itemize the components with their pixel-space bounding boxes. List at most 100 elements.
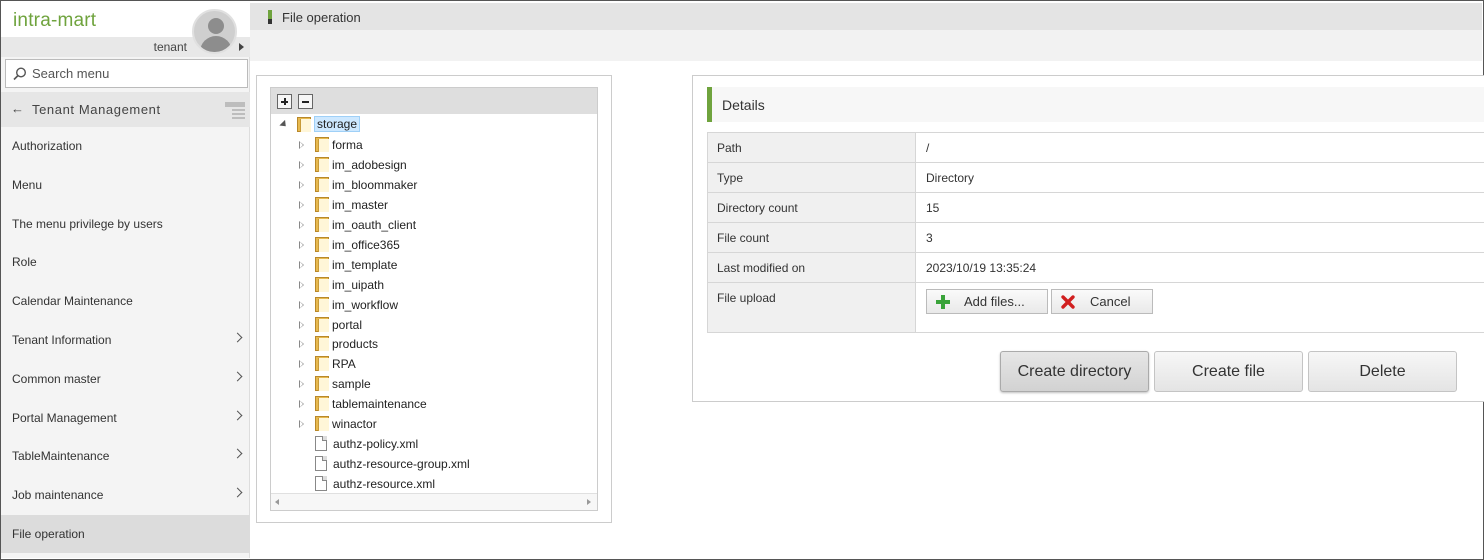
folder-icon <box>315 216 330 232</box>
page-title: File operation <box>282 10 361 25</box>
detail-value: 15 <box>915 192 1484 223</box>
expand-node-icon[interactable] <box>299 140 304 149</box>
expand-all-button[interactable] <box>277 94 292 109</box>
detail-key: Type <box>707 162 916 193</box>
sidebar-item[interactable]: TableMaintenance <box>1 437 250 475</box>
sidebar: intra-mart tenant ← Tenant Management Au… <box>1 1 250 558</box>
sidebar-item-label: File operation <box>12 527 85 541</box>
sidebar-item-label: The menu privilege by users <box>12 216 163 231</box>
search-box[interactable] <box>5 59 248 88</box>
sidebar-item-label: TableMaintenance <box>12 449 110 464</box>
horizontal-scrollbar[interactable] <box>271 493 597 510</box>
section-header[interactable]: ← Tenant Management <box>1 92 250 127</box>
tree-node-label: products <box>332 337 379 352</box>
scroll-right-icon[interactable] <box>587 499 591 505</box>
folder-front-shape <box>318 298 329 312</box>
tree-node-label: authz-resource-group.xml <box>333 457 470 472</box>
folder-icon <box>315 296 330 312</box>
tree-node-label: winactor <box>332 417 377 432</box>
folder-icon <box>315 156 330 172</box>
sidebar-item[interactable]: Job maintenance <box>1 476 250 514</box>
search-input[interactable] <box>32 63 242 84</box>
back-arrow-icon[interactable]: ← <box>11 101 24 116</box>
expand-node-icon[interactable] <box>299 360 304 369</box>
cancel-upload-button[interactable]: Cancel <box>1051 289 1153 314</box>
folder-icon <box>315 416 330 432</box>
sidebar-item[interactable]: Authorization <box>1 127 250 165</box>
folder-icon <box>315 396 330 412</box>
avatar[interactable] <box>192 9 237 54</box>
expand-node-icon[interactable] <box>299 220 304 229</box>
expand-node-icon[interactable] <box>299 160 304 169</box>
detail-row: Path / <box>707 132 1484 163</box>
expand-node-icon[interactable] <box>299 300 304 309</box>
detail-value: / <box>915 132 1484 163</box>
expand-node-icon[interactable] <box>299 340 304 349</box>
expand-node-icon[interactable] <box>299 280 304 289</box>
file-tree: storage forma im_adobesign im_bloommaker im_… <box>270 87 598 511</box>
cancel-label: Cancel <box>1090 294 1131 309</box>
add-files-label: Add files... <box>964 294 1025 309</box>
sidebar-item[interactable]: Common master <box>1 360 250 398</box>
folder-front-shape <box>318 198 329 212</box>
expand-node-icon[interactable] <box>299 400 304 409</box>
brand-logo[interactable]: intra-mart <box>13 10 96 32</box>
folder-icon <box>315 336 330 352</box>
expand-node-icon[interactable] <box>299 180 304 189</box>
collapse-all-button[interactable] <box>298 94 313 109</box>
folder-front-shape <box>318 158 329 172</box>
tree-node-label: forma <box>332 137 363 152</box>
sidebar-item[interactable]: Tenant Information <box>1 321 250 359</box>
tree-node-label: authz-resource.xml <box>333 477 436 492</box>
delete-button[interactable]: Delete <box>1308 351 1457 392</box>
tree-node-label: im_template <box>332 257 398 272</box>
tree-node-label: im_master <box>332 197 389 212</box>
folder-front-shape <box>318 418 329 432</box>
sidebar-item-label: Menu <box>12 177 43 192</box>
add-files-button[interactable]: Add files... <box>926 289 1048 314</box>
sidebar-item-label: Job maintenance <box>12 488 104 503</box>
sidebar-item[interactable]: Portal Management <box>1 399 250 437</box>
tree-node-label: im_bloommaker <box>332 177 418 192</box>
expand-node-icon[interactable] <box>299 240 304 249</box>
expand-node-icon[interactable] <box>299 200 304 209</box>
caret-right-icon[interactable] <box>239 43 244 51</box>
tree-node-label: portal <box>332 317 363 332</box>
create-file-button[interactable]: Create file <box>1154 351 1303 392</box>
plus-icon <box>936 295 950 309</box>
folder-icon <box>315 356 330 372</box>
folder-open-icon <box>297 117 312 132</box>
sidebar-item-label: Common master <box>12 371 101 386</box>
create-directory-button[interactable]: Create directory <box>1000 351 1149 392</box>
tree-node-label: im_uipath <box>332 277 385 292</box>
collapse-node-icon[interactable] <box>279 119 289 130</box>
sidebar-item[interactable]: Role <box>1 243 250 281</box>
expand-node-icon[interactable] <box>299 380 304 389</box>
folder-icon <box>315 196 330 212</box>
chevron-right-icon <box>232 332 243 343</box>
sidebar-item[interactable]: Menu <box>1 166 250 204</box>
detail-key: Directory count <box>707 192 916 223</box>
sidebar-item-label: Tenant Information <box>12 333 112 347</box>
folder-front-shape <box>318 258 329 272</box>
menu-list-icon[interactable] <box>225 101 245 119</box>
file-upload-controls: Add files... Cancel <box>915 282 1484 333</box>
expand-node-icon[interactable] <box>299 420 304 429</box>
detail-row: File count 3 <box>707 222 1484 253</box>
expand-node-icon[interactable] <box>299 320 304 329</box>
details-header: Details <box>707 87 1484 122</box>
tenant-label: tenant <box>153 40 187 54</box>
tree-node-label: tablemaintenance <box>332 397 427 412</box>
tree-node-label: RPA <box>332 357 356 372</box>
sidebar-item[interactable]: Calendar Maintenance <box>1 282 250 320</box>
expand-node-icon[interactable] <box>299 260 304 269</box>
tree-node-label: im_adobesign <box>332 157 407 172</box>
scroll-left-icon[interactable] <box>275 499 279 505</box>
folder-front-shape <box>318 358 329 372</box>
tree-panel: storage forma im_adobesign im_bloommaker im_… <box>256 75 612 523</box>
sidebar-item[interactable]: The menu privilege by users <box>1 205 250 243</box>
detail-value: 3 <box>915 222 1484 253</box>
sidebar-item[interactable]: File operation <box>1 515 250 553</box>
tree-node-label: im_workflow <box>332 297 399 312</box>
folder-front-shape <box>300 119 311 132</box>
